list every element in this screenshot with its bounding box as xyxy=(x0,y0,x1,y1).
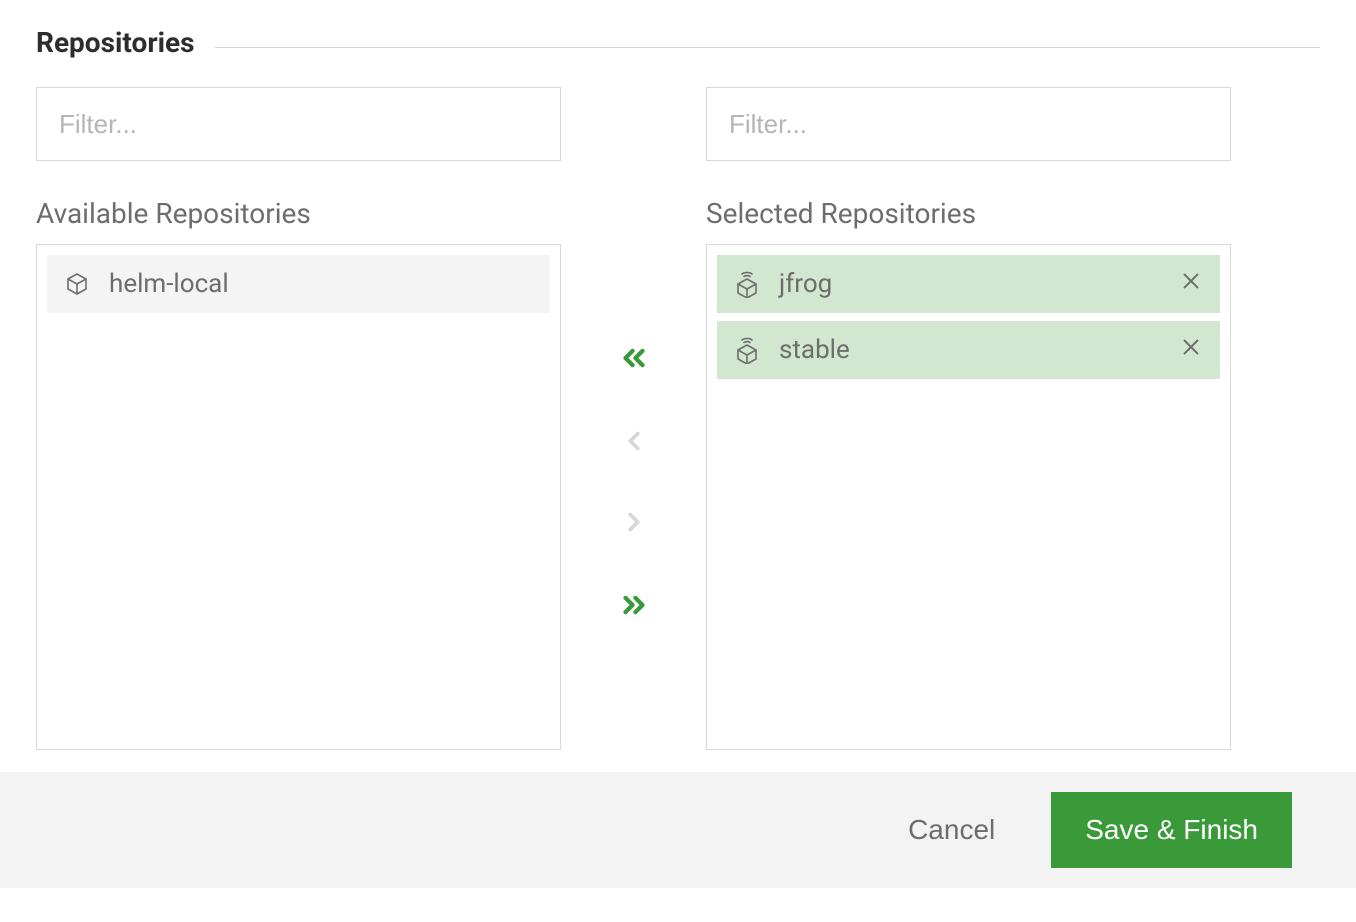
selected-repo-item[interactable]: stable xyxy=(717,321,1220,379)
repo-name: stable xyxy=(779,335,850,365)
close-icon xyxy=(1180,335,1202,365)
chevron-double-left-icon xyxy=(617,341,651,378)
available-repo-item[interactable]: helm-local xyxy=(47,255,550,313)
chevron-left-icon xyxy=(619,426,649,459)
section-header: Repositories xyxy=(36,26,1320,59)
repo-name: helm-local xyxy=(109,269,229,299)
remove-repo-button[interactable] xyxy=(1180,269,1202,299)
available-filter-input[interactable] xyxy=(36,87,561,161)
available-label: Available Repositories xyxy=(36,197,561,230)
move-right-button[interactable] xyxy=(619,507,649,540)
selected-repo-item[interactable]: jfrog xyxy=(717,255,1220,313)
section-rule xyxy=(215,47,1321,48)
selected-filter-input[interactable] xyxy=(706,87,1231,161)
section-title: Repositories xyxy=(36,26,195,59)
move-all-right-button[interactable] xyxy=(617,588,651,625)
selected-list: jfrog xyxy=(706,244,1231,750)
close-icon xyxy=(1180,269,1202,299)
save-finish-button[interactable]: Save & Finish xyxy=(1051,792,1292,868)
chevron-double-right-icon xyxy=(617,588,651,625)
package-remote-icon xyxy=(735,270,759,298)
cancel-button[interactable]: Cancel xyxy=(908,814,995,846)
remove-repo-button[interactable] xyxy=(1180,335,1202,365)
package-icon xyxy=(65,272,89,296)
selected-label: Selected Repositories xyxy=(706,197,1231,230)
available-list: helm-local xyxy=(36,244,561,750)
chevron-right-icon xyxy=(619,507,649,540)
move-all-left-button[interactable] xyxy=(617,341,651,378)
package-remote-icon xyxy=(735,336,759,364)
footer: Cancel Save & Finish xyxy=(0,772,1356,888)
repo-name: jfrog xyxy=(779,269,832,299)
move-left-button[interactable] xyxy=(619,426,649,459)
